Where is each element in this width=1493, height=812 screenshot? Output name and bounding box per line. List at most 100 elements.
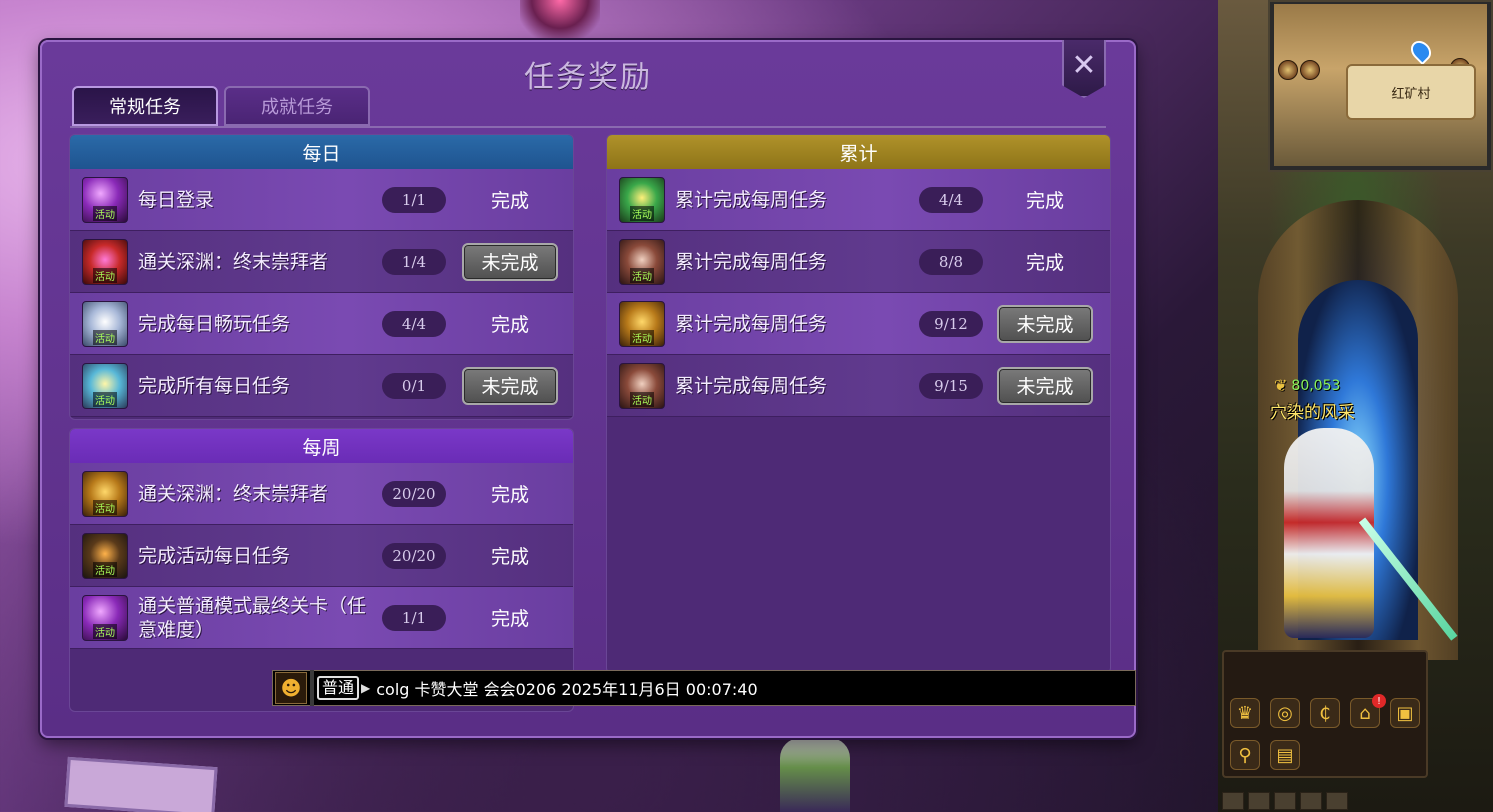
- background-card: [64, 756, 218, 812]
- potion-icon: 活动: [82, 532, 128, 579]
- cumulative-panel: 累计 活动 累计完成每周任务 4/4 完成 活动 累计完成每周任务 8/8 完成 活动 累计完成每…: [606, 134, 1111, 674]
- task-complete-label: 完成: [1025, 252, 1064, 274]
- minimap-location-label: 红矿村: [1346, 64, 1476, 120]
- bottom-tab[interactable]: [1222, 792, 1244, 810]
- tab-regular-tasks[interactable]: 常规任务: [72, 86, 218, 126]
- background-character: [780, 738, 850, 812]
- normal-stage-icon: 活动: [82, 594, 128, 641]
- event-badge: 活动: [93, 623, 117, 639]
- game-scene: 红矿村 ❦ 80,053 穴染的风采 ♛ ◎ ₵ ⌂ ▣ ! ⚲ ▤: [1218, 0, 1493, 812]
- task-name: 完成每日畅玩任务: [138, 312, 291, 335]
- task-complete-label: 完成: [490, 546, 529, 568]
- player-name: 穴染的风采: [1270, 403, 1355, 423]
- hud-panel: ♛ ◎ ₵ ⌂ ▣ ! ⚲ ▤: [1222, 650, 1428, 778]
- weekly-total-icon-3: 活动: [619, 300, 665, 347]
- weekly-panel-title: 每周: [70, 429, 573, 463]
- task-name: 累计完成每周任务: [675, 250, 828, 273]
- notification-badge: !: [1372, 694, 1386, 708]
- task-name: 累计完成每周任务: [675, 188, 828, 211]
- bottom-tab[interactable]: [1326, 792, 1348, 810]
- task-incomplete-button[interactable]: 未完成: [997, 304, 1093, 343]
- task-name: 累计完成每周任务: [675, 374, 828, 397]
- task-name: 通关深渊：终末崇拜者: [138, 250, 329, 273]
- event-badge: 活动: [93, 267, 117, 283]
- chat-message: colg 卡赞大堂 会会0206 2025年11月6日 00:07:40: [376, 680, 758, 699]
- chat-channel[interactable]: 普通: [317, 676, 360, 700]
- tab-bar: 常规任务 成就任务: [72, 86, 370, 126]
- chat-emote-icon[interactable]: ☻: [275, 672, 307, 704]
- event-badge: 活动: [630, 267, 654, 283]
- task-progress: 20/20: [382, 480, 446, 507]
- currency-icon[interactable]: ₵: [1310, 698, 1340, 728]
- gift-icon[interactable]: ▣: [1390, 698, 1420, 728]
- task-complete-label: 完成: [490, 484, 529, 506]
- task-row: 活动 通关深渊：终末崇拜者 20/20 完成: [70, 463, 573, 525]
- task-complete-label: 完成: [490, 608, 529, 630]
- daily-panel: 每日 活动 每日登录 1/1 完成 活动 通关深渊：终末崇拜者 1/4 未完成 活动 完成每日畅玩…: [69, 134, 574, 420]
- daily-panel-title: 每日: [70, 135, 573, 169]
- map-pin-icon[interactable]: ⚲: [1230, 740, 1260, 770]
- abyss-icon: 活动: [82, 238, 128, 285]
- task-progress: 20/20: [382, 542, 446, 569]
- background-orb: [520, 0, 600, 40]
- abyss-weekly-icon: 活动: [82, 470, 128, 517]
- task-row: 活动 通关普通模式最终关卡（任意难度） 1/1 完成: [70, 587, 573, 649]
- daily-login-icon: 活动: [82, 176, 128, 223]
- weekly-total-icon-4: 活动: [619, 362, 665, 409]
- task-progress: 9/15: [919, 372, 983, 399]
- weekly-total-icon: 活动: [619, 176, 665, 223]
- bottom-tab-strip: [1218, 792, 1493, 812]
- task-row: 活动 通关深渊：终末崇拜者 1/4 未完成: [70, 231, 573, 293]
- event-badge: 活动: [630, 391, 654, 407]
- tab-divider: [70, 126, 1106, 128]
- event-badge: 活动: [93, 391, 117, 407]
- weekly-total-icon-2: 活动: [619, 238, 665, 285]
- minimap[interactable]: 红矿村: [1268, 0, 1493, 172]
- daily-play-icon: 活动: [82, 300, 128, 347]
- task-incomplete-button[interactable]: 未完成: [462, 366, 558, 405]
- tab-achievement-tasks[interactable]: 成就任务: [224, 86, 370, 126]
- crown-icon[interactable]: ♛: [1230, 698, 1260, 728]
- cumulative-panel-title: 累计: [607, 135, 1110, 169]
- task-row: 活动 每日登录 1/1 完成: [70, 169, 573, 231]
- all-daily-icon: 活动: [82, 362, 128, 409]
- task-progress: 8/8: [919, 248, 983, 275]
- bottom-tab[interactable]: [1248, 792, 1270, 810]
- task-name: 通关普通模式最终关卡（任意难度）: [138, 594, 367, 641]
- minimap-party-icon[interactable]: [1278, 60, 1298, 80]
- player-score: ❦ 80,053: [1274, 376, 1340, 395]
- task-row: 活动 完成活动每日任务 20/20 完成: [70, 525, 573, 587]
- book-icon[interactable]: ▤: [1270, 740, 1300, 770]
- task-progress: 9/12: [919, 310, 983, 337]
- task-name: 通关深渊：终末崇拜者: [138, 482, 329, 505]
- event-badge: 活动: [93, 561, 117, 577]
- close-icon: ✕: [1071, 48, 1097, 83]
- task-name: 累计完成每周任务: [675, 312, 828, 335]
- coin-icon[interactable]: ◎: [1270, 698, 1300, 728]
- task-incomplete-button[interactable]: 未完成: [462, 242, 558, 281]
- task-row: 活动 累计完成每周任务 4/4 完成: [607, 169, 1110, 231]
- event-badge: 活动: [630, 329, 654, 345]
- event-badge: 活动: [93, 205, 117, 221]
- task-complete-label: 完成: [490, 190, 529, 212]
- task-complete-label: 完成: [490, 314, 529, 336]
- task-row: 活动 累计完成每周任务 9/12 未完成: [607, 293, 1110, 355]
- event-badge: 活动: [93, 329, 117, 345]
- bottom-tab[interactable]: [1274, 792, 1296, 810]
- task-row: 活动 完成每日畅玩任务 4/4 完成: [70, 293, 573, 355]
- task-row: 活动 累计完成每周任务 8/8 完成: [607, 231, 1110, 293]
- event-badge: 活动: [93, 499, 117, 515]
- chat-bar: ☻ 普通 ▶ colg 卡赞大堂 会会0206 2025年11月6日 00:07…: [272, 670, 1136, 706]
- task-row: 活动 累计完成每周任务 9/15 未完成: [607, 355, 1110, 417]
- minimap-player-icon[interactable]: [1300, 60, 1320, 80]
- task-name: 完成活动每日任务: [138, 544, 291, 567]
- task-name: 完成所有每日任务: [138, 374, 291, 397]
- quest-reward-dialog: 任务奖励 ✕ 常规任务 成就任务 每日 活动 每日登录 1/1 完成 活动 通关深渊：终末…: [40, 40, 1136, 738]
- task-progress: 0/1: [382, 372, 446, 399]
- task-name: 每日登录: [138, 188, 215, 211]
- bottom-tab[interactable]: [1300, 792, 1322, 810]
- chat-arrow-icon: ▶: [361, 681, 371, 695]
- player-character[interactable]: [1284, 428, 1374, 638]
- task-incomplete-button[interactable]: 未完成: [997, 366, 1093, 405]
- player-score-value: 80,053: [1291, 377, 1341, 394]
